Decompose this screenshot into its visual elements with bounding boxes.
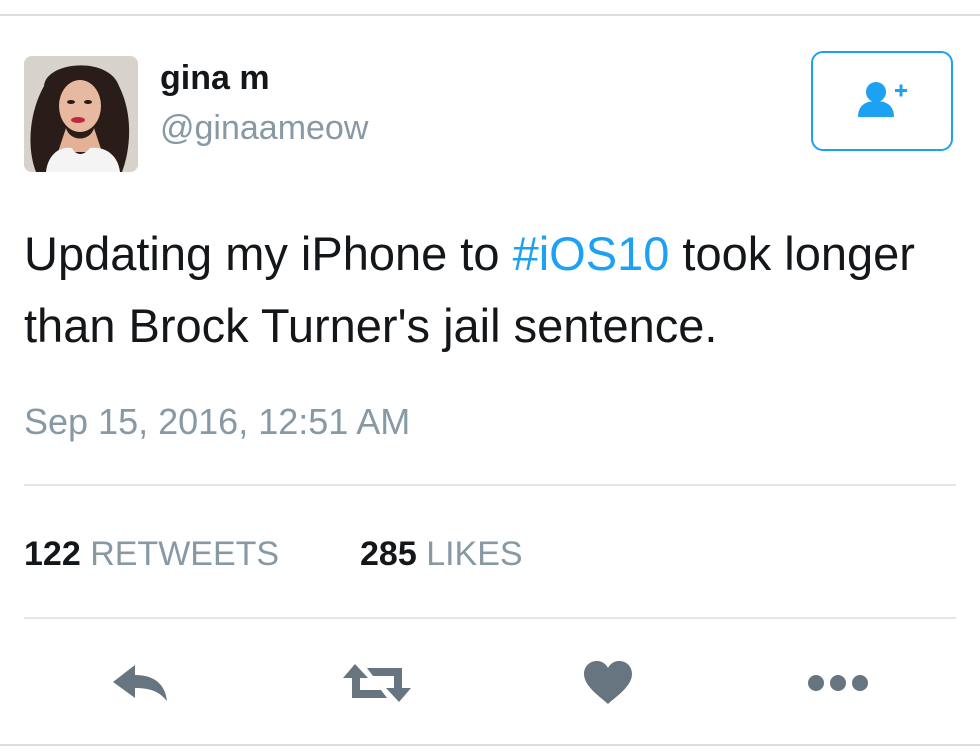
retweets-label: RETWEETS: [90, 535, 280, 573]
heart-icon: [584, 661, 632, 704]
avatar-image: [24, 56, 138, 172]
add-user-icon: [858, 82, 907, 117]
like-button[interactable]: [568, 648, 648, 718]
tweet-text-start: Updating my iPhone to: [24, 227, 513, 280]
likes-count: 285: [360, 535, 417, 573]
follow-button[interactable]: [811, 51, 953, 151]
reply-icon: [113, 665, 167, 701]
display-name[interactable]: gina m: [160, 56, 270, 100]
likes-label: LIKES: [426, 535, 523, 573]
reply-button[interactable]: [100, 648, 180, 718]
more-icon: [808, 675, 868, 691]
bottom-divider: [0, 744, 980, 746]
top-divider: [0, 14, 980, 16]
tweet-text: Updating my iPhone to #iOS10 took longer…: [24, 218, 964, 362]
divider: [24, 484, 956, 486]
tweet-timestamp[interactable]: Sep 15, 2016, 12:51 AM: [24, 398, 410, 446]
hashtag-link[interactable]: #iOS10: [513, 227, 670, 280]
more-button[interactable]: [798, 648, 878, 718]
retweets-stat[interactable]: 122 RETWEETS: [24, 530, 279, 578]
tweet-card: gina m @ginaameow Updating my iPhone to …: [0, 0, 980, 753]
retweet-icon: [343, 664, 411, 702]
likes-stat[interactable]: 285 LIKES: [360, 530, 523, 578]
user-handle[interactable]: @ginaameow: [160, 106, 368, 150]
divider: [24, 617, 956, 619]
avatar[interactable]: [24, 56, 138, 172]
retweets-count: 122: [24, 535, 81, 573]
retweet-button[interactable]: [332, 648, 422, 718]
tweet-actions: [0, 648, 980, 718]
